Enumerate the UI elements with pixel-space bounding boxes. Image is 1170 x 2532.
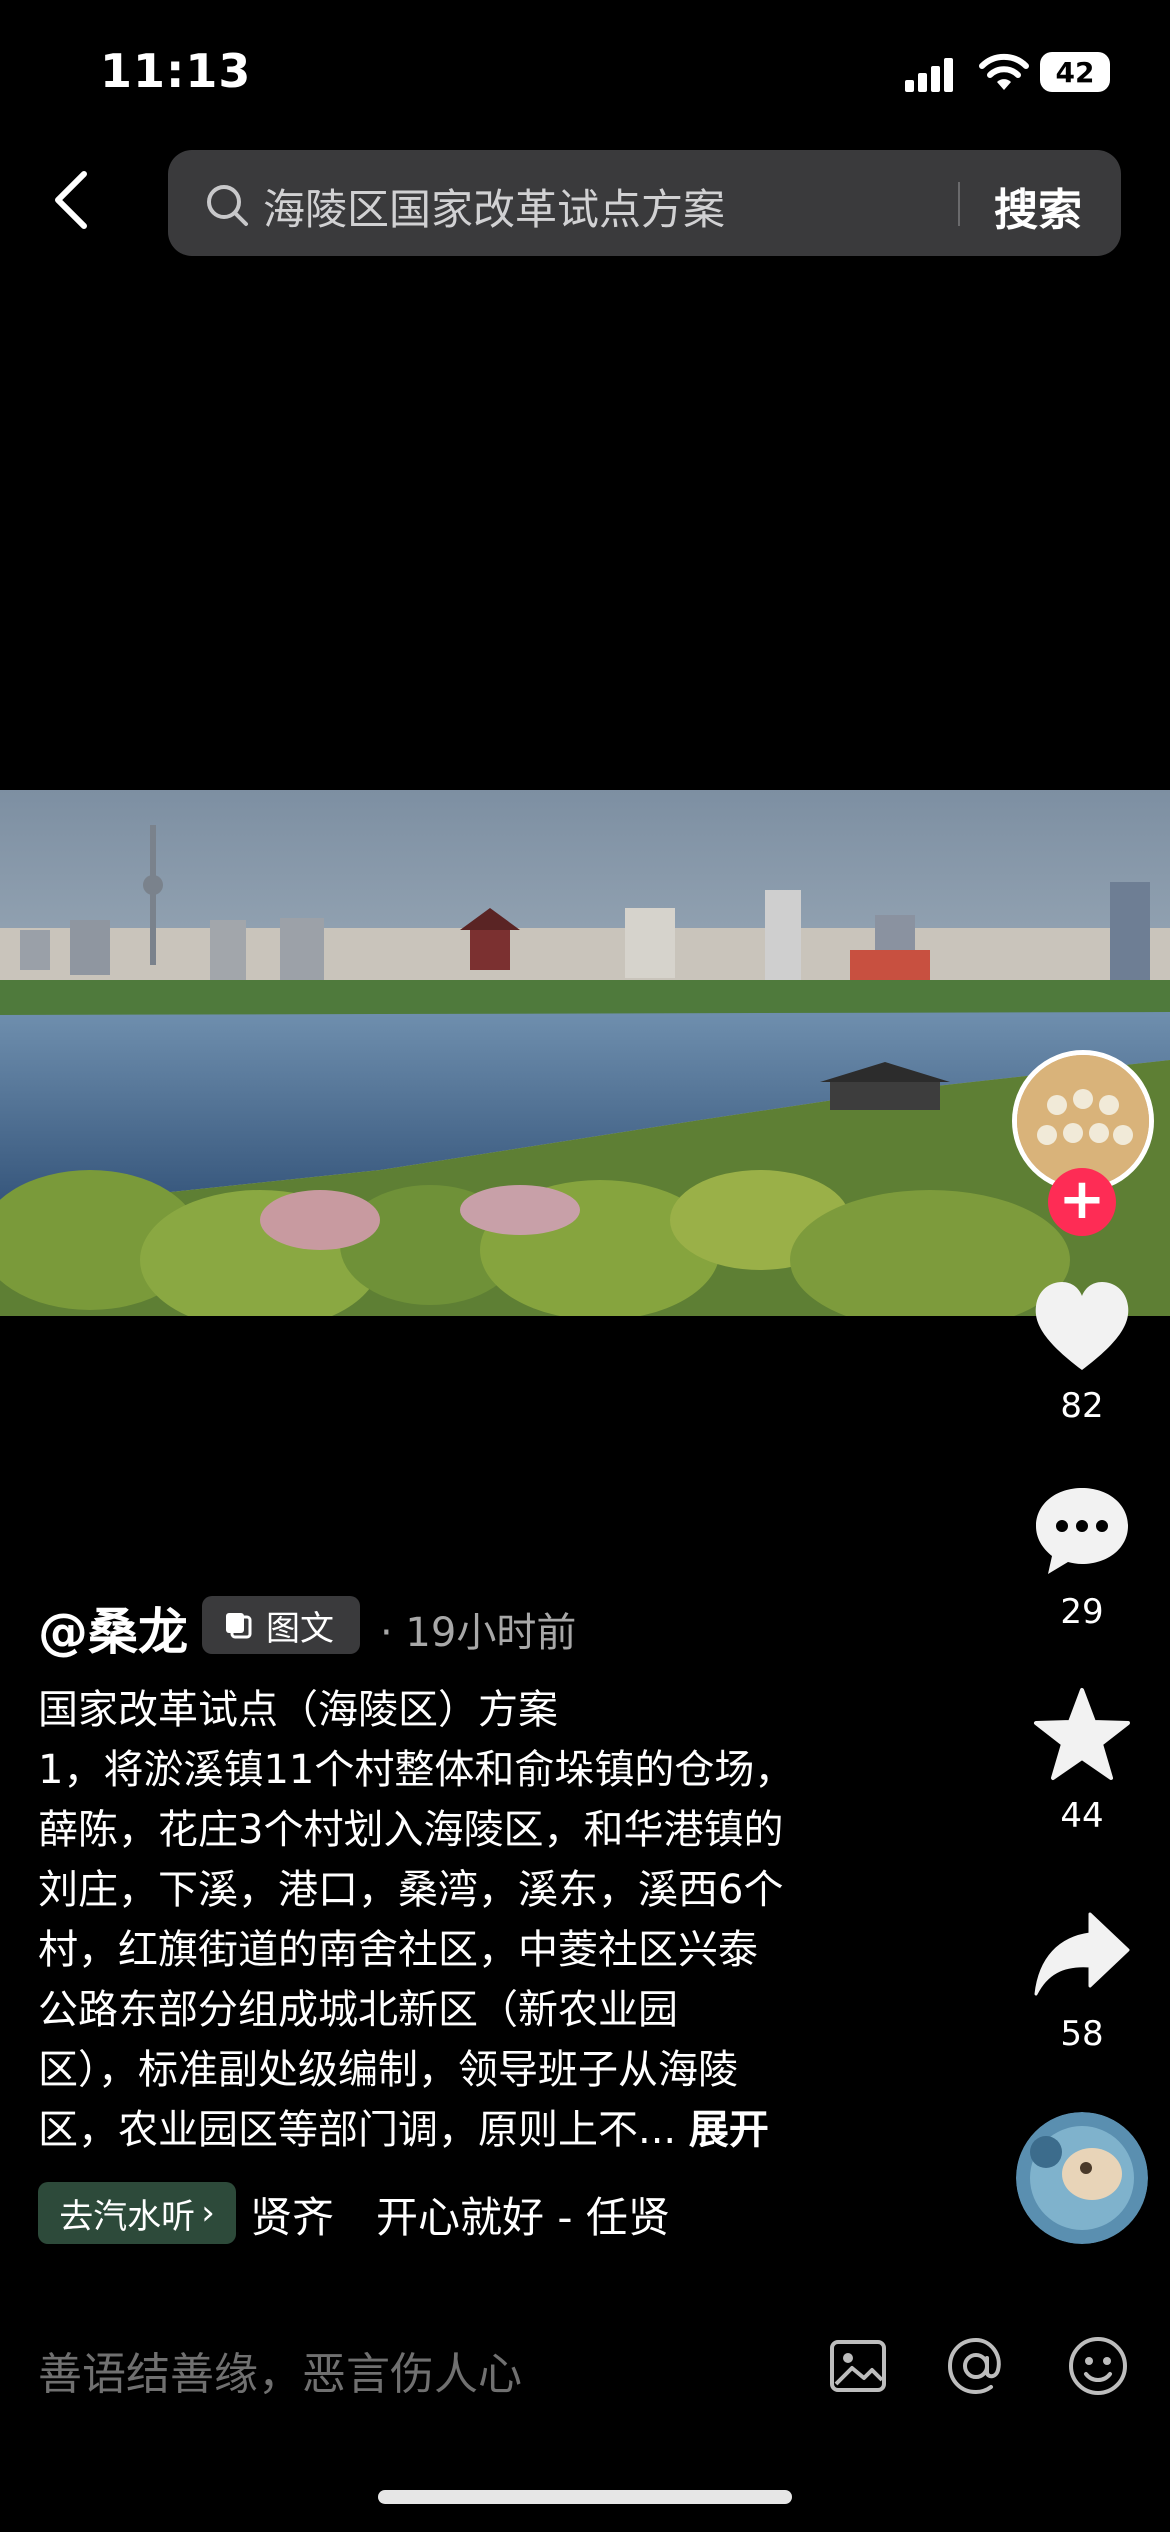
description-line: 公路东部分组成城北新区（新农业园 — [38, 1987, 678, 2033]
comment-count: 29 — [1060, 1592, 1104, 1632]
description-line: 薛陈，花庄3个村划入海陵区，和华港镇的 — [38, 1807, 784, 1853]
post-photo[interactable] — [0, 790, 1170, 1316]
emoji-icon[interactable] — [1066, 2334, 1130, 2398]
status-time: 11:13 — [100, 44, 252, 98]
description-line: 区），标准副处级编制，领导班子从海陵 — [38, 2047, 738, 2093]
comment-icon[interactable] — [1032, 1482, 1132, 1578]
back-icon[interactable] — [50, 170, 90, 230]
heart-icon[interactable] — [1032, 1278, 1132, 1374]
music-disc[interactable] — [1016, 2112, 1148, 2244]
battery-indicator: 42 — [1040, 52, 1110, 92]
search-input[interactable]: 海陵区国家改革试点方案 — [263, 176, 725, 237]
description-line: 1，将淤溪镇11个村整体和俞垛镇的仓场， — [38, 1747, 795, 1793]
description-line: 国家改革试点（海陵区）方案 — [38, 1687, 558, 1733]
search-icon — [207, 185, 248, 226]
description-line: 刘庄，下溪，港口，桑湾，溪东，溪西6个 — [38, 1867, 784, 1913]
music-track[interactable]: 贤齐 开心就好 - 任贤 — [250, 2184, 720, 2244]
gallery-icon — [226, 1613, 252, 1639]
description-line-text: 区，农业园区等部门调，原则上不... — [38, 2107, 677, 2153]
description-line: 村，红旗街道的南舍社区，中菱社区兴泰 — [38, 1927, 758, 1973]
search-button[interactable]: 搜索 — [994, 174, 1082, 238]
image-icon[interactable] — [826, 2334, 890, 2398]
post-type-tag: 图文 — [202, 1596, 360, 1654]
expand-button[interactable]: 展开 — [689, 2107, 769, 2153]
author-name[interactable]: @桑龙 — [38, 1592, 188, 1664]
star-icon[interactable] — [1032, 1686, 1132, 1782]
favorite-count: 44 — [1060, 1796, 1104, 1836]
chevron-right-icon: › — [201, 2193, 215, 2233]
music-app-button[interactable]: 去汽水听 › — [38, 2182, 236, 2244]
like-count: 82 — [1060, 1386, 1104, 1426]
follow-button[interactable]: + — [1048, 1168, 1116, 1236]
home-indicator[interactable] — [378, 2490, 792, 2504]
music-app-label: 去汽水听 — [59, 2196, 196, 2237]
comment-input[interactable]: 善语结善缘，恶言伤人心 — [38, 2338, 522, 2402]
search-divider — [958, 182, 960, 226]
signal-icon — [905, 58, 953, 92]
wifi-icon — [979, 53, 1029, 90]
share-count: 58 — [1060, 2014, 1104, 2054]
post-description[interactable]: 国家改革试点（海陵区）方案 1，将淤溪镇11个村整体和俞垛镇的仓场， 薛陈，花庄… — [38, 1680, 918, 2160]
post-type-label: 图文 — [266, 1608, 334, 1649]
share-icon[interactable] — [1032, 1906, 1132, 2002]
at-icon[interactable] — [944, 2334, 1008, 2398]
post-time: · 19小时前 — [380, 1610, 577, 1656]
description-line-last: 区，农业园区等部门调，原则上不... 展开 — [38, 2100, 918, 2160]
